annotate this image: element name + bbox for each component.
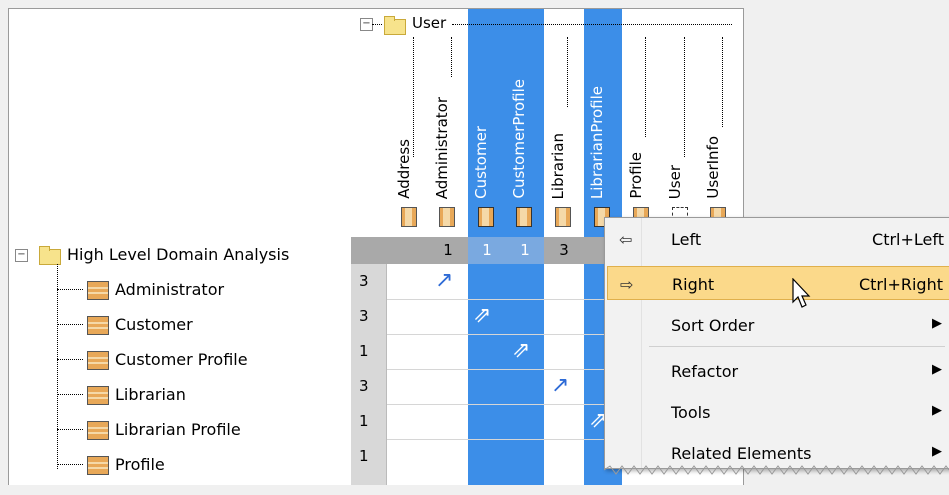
menu-item-left[interactable]: ⇦ Left Ctrl+Left xyxy=(607,222,949,256)
class-icon xyxy=(87,386,109,405)
dependency-arrow-icon[interactable]: ⇗ xyxy=(473,305,491,327)
column-header-customerprofile[interactable]: CustomerProfile xyxy=(506,9,544,237)
collapse-icon[interactable]: − xyxy=(15,249,28,262)
column-count: 3 xyxy=(559,241,569,259)
menu-item-label: Refactor xyxy=(671,362,739,381)
row-count: 1 xyxy=(351,334,387,369)
submenu-arrow-icon: ▶ xyxy=(932,444,942,459)
row-header-librarian-profile[interactable]: Librarian Profile xyxy=(9,412,352,447)
context-menu: ⇦ Left Ctrl+Left ⇨ Right Ctrl+Right Sort… xyxy=(604,217,949,469)
matrix-corner xyxy=(8,8,353,238)
row-header-administrator[interactable]: Administrator xyxy=(9,272,352,307)
column-header-userinfo[interactable]: UserInfo xyxy=(700,9,738,237)
row-header-librarian[interactable]: Librarian xyxy=(9,377,352,412)
column-header-user[interactable]: User xyxy=(662,9,700,237)
column-count xyxy=(390,237,428,264)
row-count: 1 xyxy=(351,404,387,439)
class-icon xyxy=(87,456,109,475)
menu-item-label: Sort Order xyxy=(671,316,755,335)
dependency-arrow-icon[interactable]: ⇗ xyxy=(512,340,530,362)
menu-item-label: Related Elements xyxy=(671,444,812,463)
column-count: 1 xyxy=(506,237,544,264)
row-header-customer[interactable]: Customer xyxy=(9,307,352,342)
class-icon xyxy=(555,207,571,227)
row-count: 1 xyxy=(351,439,387,485)
row-header-profile[interactable]: Profile xyxy=(9,447,352,482)
menu-torn-edge xyxy=(604,465,949,475)
menu-item-label: Left xyxy=(671,230,702,249)
menu-item-label: Tools xyxy=(671,403,711,422)
menu-item-refactor[interactable]: Refactor ▶ xyxy=(607,354,949,388)
dependency-arrow-icon[interactable]: ↗ xyxy=(551,375,569,397)
menu-item-right[interactable]: ⇨ Right Ctrl+Right xyxy=(607,266,949,300)
class-icon xyxy=(87,316,109,335)
arrow-left-icon: ⇦ xyxy=(619,230,633,249)
submenu-arrow-icon: ▶ xyxy=(932,316,942,331)
column-header-librarian[interactable]: Librarian xyxy=(545,9,583,237)
column-label: Address xyxy=(395,139,413,199)
arrow-right-icon: ⇨ xyxy=(620,275,634,294)
column-label: CustomerProfile xyxy=(510,79,528,199)
class-icon xyxy=(401,207,417,227)
dependency-arrow-icon[interactable]: ↗ xyxy=(435,270,453,292)
column-count: 1 xyxy=(443,241,453,259)
row-label: Administrator xyxy=(115,280,225,299)
class-icon xyxy=(87,421,109,440)
column-label: UserInfo xyxy=(704,136,722,199)
row-label: Librarian Profile xyxy=(115,420,241,439)
menu-item-shortcut: Ctrl+Left xyxy=(872,230,944,249)
row-label: Customer Profile xyxy=(115,350,248,369)
bottom-edge xyxy=(0,485,949,495)
row-header-area: − High Level Domain Analysis Administrat… xyxy=(8,237,353,486)
column-label: Administrator xyxy=(433,96,451,199)
class-icon xyxy=(478,207,494,227)
column-group-label: User xyxy=(412,14,447,32)
column-header-address[interactable]: Address xyxy=(391,9,429,237)
column-header-area: Address Administrator Customer CustomerP… xyxy=(351,8,744,238)
menu-item-sort-order[interactable]: Sort Order ▶ xyxy=(607,308,949,342)
row-count: 3 xyxy=(351,264,387,299)
submenu-arrow-icon: ▶ xyxy=(932,403,942,418)
column-header-librarianprofile[interactable]: LibrarianProfile xyxy=(584,9,622,237)
row-label: Librarian xyxy=(115,385,186,404)
folder-icon xyxy=(39,246,61,265)
row-header-customer-profile[interactable]: Customer Profile xyxy=(9,342,352,377)
column-header-customer[interactable]: Customer xyxy=(468,9,506,237)
row-count: 3 xyxy=(351,369,387,404)
menu-item-label: Right xyxy=(672,275,715,294)
class-icon xyxy=(87,351,109,370)
row-label: Profile xyxy=(115,455,165,474)
column-label: LibrarianProfile xyxy=(588,85,606,199)
row-count: 3 xyxy=(351,299,387,334)
class-icon xyxy=(439,207,455,227)
menu-item-shortcut: Ctrl+Right xyxy=(858,275,943,294)
submenu-arrow-icon: ▶ xyxy=(932,362,942,377)
row-label: Customer xyxy=(115,315,193,334)
mouse-cursor-icon xyxy=(792,278,811,308)
column-group-user[interactable]: − User xyxy=(360,14,740,35)
column-label: Customer xyxy=(472,126,490,199)
selected-column-customerprofile[interactable] xyxy=(506,264,544,485)
column-label: Profile xyxy=(627,152,645,199)
column-count: 1 xyxy=(468,237,506,264)
row-group-high-level-domain-analysis[interactable]: − High Level Domain Analysis xyxy=(9,237,352,272)
column-header-profile[interactable]: Profile xyxy=(623,9,661,237)
row-group-label: High Level Domain Analysis xyxy=(67,245,290,264)
column-header-administrator[interactable]: Administrator xyxy=(429,9,467,237)
folder-icon xyxy=(384,16,406,35)
menu-item-tools[interactable]: Tools ▶ xyxy=(607,395,949,429)
class-icon xyxy=(87,281,109,300)
class-icon xyxy=(516,207,532,227)
column-label: User xyxy=(666,164,684,199)
column-label: Librarian xyxy=(549,132,567,199)
selected-column-customer[interactable] xyxy=(468,264,506,485)
